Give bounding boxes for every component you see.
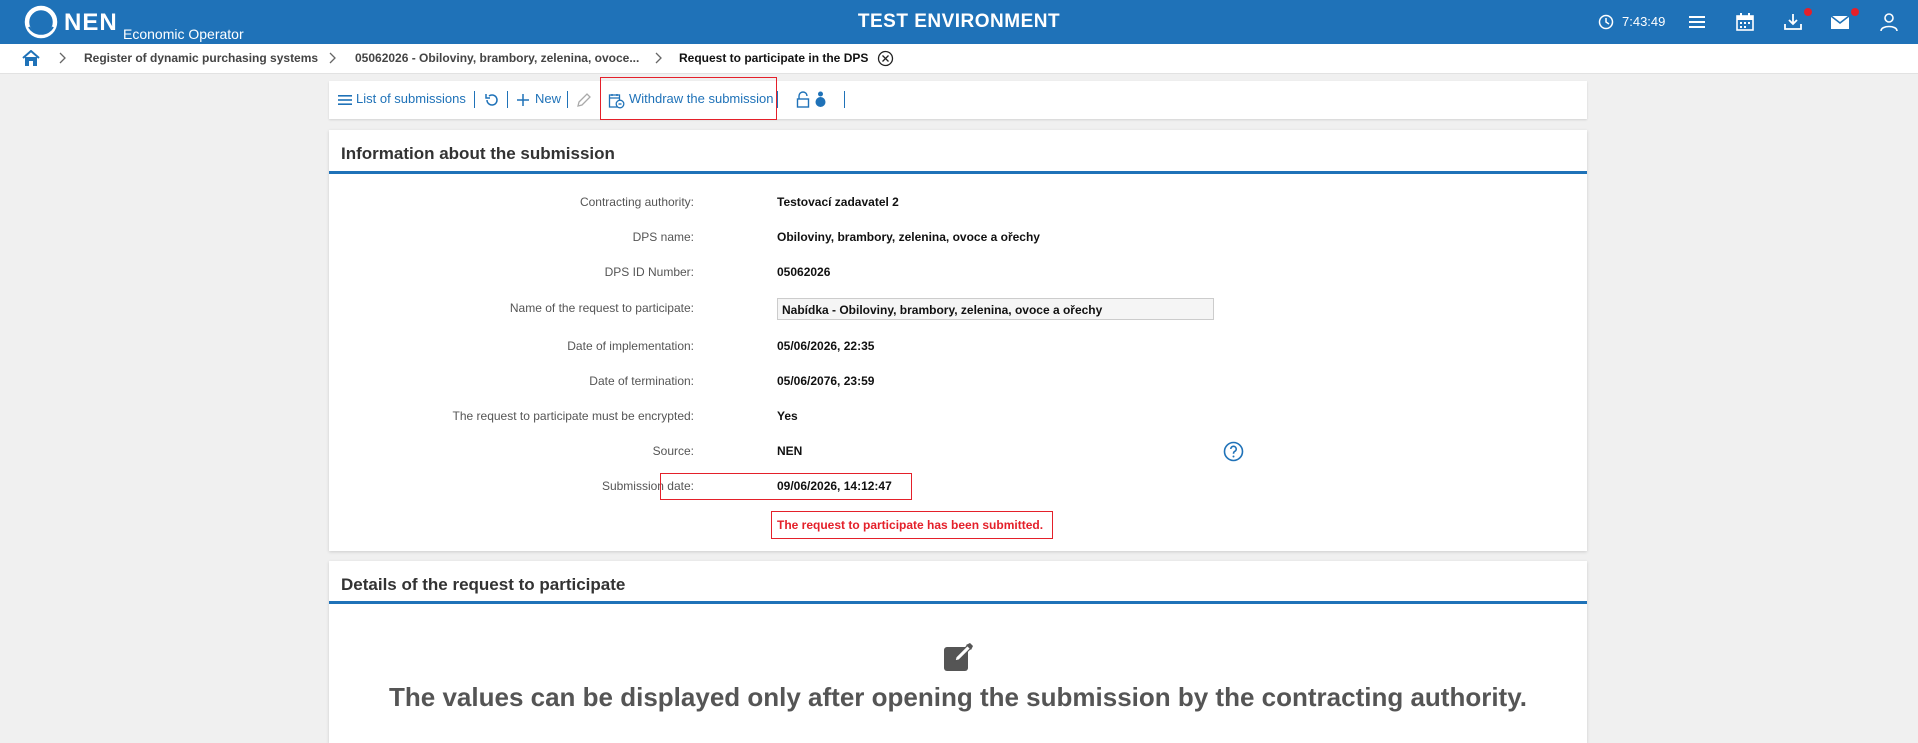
download-icon[interactable]: [1782, 11, 1804, 33]
field-label: Contracting authority:: [579, 195, 694, 209]
clock-icon: [1598, 14, 1614, 30]
field-value: 05062026: [777, 265, 831, 279]
mail-icon[interactable]: [1829, 11, 1851, 33]
list-of-submissions-button[interactable]: List of submissions: [356, 91, 466, 106]
breadcrumb: Register of dynamic purchasing systems 0…: [0, 44, 1918, 74]
field-label: Source:: [652, 444, 694, 458]
panel-title-underline: [329, 601, 1587, 604]
toolbar-divider: [507, 91, 508, 108]
breadcrumb-dps[interactable]: 05062026 - Obiloviny, brambory, zelenina…: [355, 51, 639, 65]
field-label: The request to participate must be encry…: [452, 409, 694, 423]
toolbar-divider: [777, 91, 778, 108]
help-icon[interactable]: [1223, 441, 1244, 462]
field-row-termination-date: Date of termination: 05/06/2076, 23:59: [329, 371, 1587, 391]
toolbar-divider: [844, 91, 845, 108]
field-row-dps-name: DPS name: Obiloviny, brambory, zelenina,…: [329, 227, 1587, 247]
field-value: Yes: [777, 409, 798, 423]
panel-title-underline: [329, 171, 1587, 174]
mail-notification-dot: [1851, 8, 1859, 16]
field-row-source: Source: NEN: [329, 441, 1587, 461]
refresh-icon[interactable]: [484, 92, 500, 108]
field-value: Obiloviny, brambory, zelenina, ovoce a o…: [777, 230, 1040, 244]
withdraw-highlight-box: [600, 77, 777, 120]
list-icon: [338, 95, 352, 105]
field-value: 05/06/2076, 23:59: [777, 374, 875, 388]
chevron-right-icon: [59, 52, 66, 64]
submission-date-highlight-box: [660, 473, 912, 500]
field-label: DPS name:: [632, 230, 694, 244]
new-button[interactable]: New: [535, 91, 561, 106]
calendar-icon[interactable]: [1734, 11, 1756, 33]
field-row-dps-id: DPS ID Number: 05062026: [329, 262, 1587, 282]
field-label: DPS ID Number:: [604, 265, 694, 279]
field-row-contracting-authority: Contracting authority: Testovací zadavat…: [329, 192, 1587, 212]
field-row-submission-date: Submission date: 09/06/2026, 14:12:47: [329, 476, 1587, 496]
nen-logo-icon[interactable]: [24, 5, 58, 39]
lock-open-icon[interactable]: [796, 91, 810, 108]
submission-status-message: The request to participate has been subm…: [771, 511, 1053, 539]
session-clock: 7:43:49: [1622, 14, 1666, 29]
submission-toolbar: List of submissions New Withdraw the sub…: [329, 81, 1587, 119]
edit-pencil-icon[interactable]: [576, 92, 592, 108]
field-label: Date of termination:: [589, 374, 694, 388]
top-bar: NEN Economic Operator TEST ENVIRONMENT 7…: [0, 0, 1918, 44]
field-row-encrypted: The request to participate must be encry…: [329, 406, 1587, 426]
field-row-implementation-date: Date of implementation: 05/06/2026, 22:3…: [329, 336, 1587, 356]
panel-title: Information about the submission: [341, 144, 615, 163]
chevron-right-icon: [329, 52, 336, 64]
home-icon[interactable]: [22, 50, 40, 67]
brand-subtitle: Economic Operator: [123, 26, 244, 42]
brand-name: NEN: [64, 9, 118, 36]
field-value: 05/06/2026, 22:35: [777, 339, 875, 353]
request-name-field: Nabídka - Obiloviny, brambory, zelenina,…: [777, 298, 1214, 320]
close-tab-icon[interactable]: [877, 50, 894, 67]
field-value: NEN: [777, 444, 803, 458]
panel-title: Details of the request to participate: [341, 575, 626, 594]
field-row-request-name: Name of the request to participate: Nabí…: [329, 298, 1587, 320]
field-value: Testovací zadavatel 2: [777, 195, 899, 209]
breadcrumb-dps-register[interactable]: Register of dynamic purchasing systems: [84, 51, 318, 65]
signature-seal-icon[interactable]: [814, 91, 827, 108]
chevron-right-icon: [655, 52, 662, 64]
submission-info-panel: Information about the submission Contrac…: [329, 130, 1587, 551]
details-unavailable-message: The values can be displayed only after o…: [389, 682, 1527, 712]
environment-label: TEST ENVIRONMENT: [857, 11, 1061, 32]
menu-icon[interactable]: [1686, 11, 1708, 33]
plus-icon: [517, 94, 529, 106]
user-icon[interactable]: [1878, 11, 1900, 33]
breadcrumb-current: Request to participate in the DPS: [679, 51, 869, 65]
toolbar-divider: [474, 91, 475, 108]
field-label: Name of the request to participate:: [509, 301, 694, 315]
toolbar-divider: [567, 91, 568, 108]
field-label: Date of implementation:: [567, 339, 694, 353]
download-notification-dot: [1804, 8, 1812, 16]
edit-form-icon: [944, 643, 973, 671]
